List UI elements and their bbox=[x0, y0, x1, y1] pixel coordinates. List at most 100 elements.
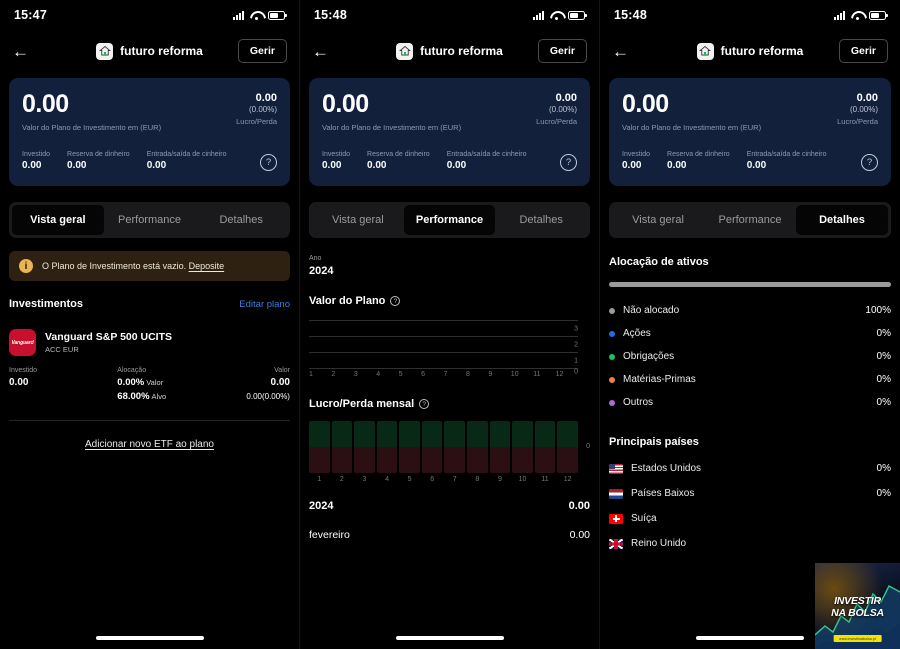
holding-row[interactable]: Vanguard Vanguard S&P 500 UCITS ACC EUR bbox=[9, 329, 290, 356]
back-arrow-icon[interactable]: ← bbox=[312, 43, 334, 60]
ad-line-2: NA BOLSA bbox=[831, 606, 884, 619]
holding-allocation-current: 0.00% Valor bbox=[117, 377, 166, 388]
home-indicator bbox=[696, 636, 804, 640]
x-tick-label: 1 bbox=[309, 371, 313, 378]
tab-details[interactable]: Detalhes bbox=[796, 205, 888, 235]
edit-plan-link[interactable]: Editar plano bbox=[239, 299, 290, 310]
gridline bbox=[309, 351, 578, 353]
screen-overview: 15:47 ← futuro reforma Gerir 0.00 Valor … bbox=[0, 0, 300, 649]
x-tick-label: 3 bbox=[362, 476, 367, 483]
signal-bars-icon bbox=[233, 10, 244, 20]
status-clock: 15:47 bbox=[14, 8, 47, 22]
tab-overview[interactable]: Vista geral bbox=[312, 205, 404, 235]
year-field[interactable]: Ano 2024 bbox=[309, 255, 590, 277]
holding-allocation: Alocação 0.00% Valor 68.00% Alvo bbox=[117, 367, 166, 402]
plan-value-caption: Valor do Plano de Investimento em (EUR) bbox=[622, 123, 762, 132]
legend-dot-icon bbox=[609, 307, 615, 314]
holding-allocation-current-tag: Valor bbox=[146, 378, 164, 387]
x-tick-label: 5 bbox=[407, 476, 412, 483]
metric-label: Investido bbox=[322, 151, 351, 158]
metric-value: 0.00 bbox=[22, 160, 42, 171]
bar-column bbox=[534, 421, 556, 473]
status-bar: 15:48 bbox=[300, 0, 599, 30]
metric-value: 0.00 bbox=[367, 160, 387, 171]
holding-value-change: 0.00(0.00%) bbox=[246, 392, 290, 401]
tab-performance[interactable]: Performance bbox=[104, 205, 196, 235]
plan-value-chart-header: Valor do Plano ? bbox=[309, 295, 590, 307]
x-tick-label: 9 bbox=[488, 371, 493, 378]
ad-banner[interactable]: INVESTIR NA BOLSA www.investirnabolsa.pt bbox=[815, 563, 900, 649]
summary-card-top: 0.00 Valor do Plano de Investimento em (… bbox=[622, 92, 878, 133]
help-icon[interactable]: ? bbox=[861, 154, 878, 171]
tab-details[interactable]: Detalhes bbox=[495, 205, 587, 235]
legend-dot-icon bbox=[609, 376, 615, 383]
add-etf-link[interactable]: Adicionar novo ETF ao plano bbox=[0, 439, 299, 450]
signal-bars-icon bbox=[533, 10, 544, 20]
holding-allocation-label: Alocação bbox=[117, 367, 147, 374]
holding-value: Valor 0.00 0.00(0.00%) bbox=[246, 367, 290, 402]
list-item: Outros 0% bbox=[609, 391, 891, 414]
allocation-percent: 100% bbox=[865, 305, 891, 316]
allocation-percent: 0% bbox=[876, 351, 891, 362]
tab-performance[interactable]: Performance bbox=[403, 205, 496, 235]
metric-value: 0.00 bbox=[146, 160, 167, 171]
back-arrow-icon[interactable]: ← bbox=[12, 43, 34, 60]
help-icon[interactable]: ? bbox=[260, 154, 277, 171]
battery-icon bbox=[268, 10, 287, 20]
x-tick-label: 6 bbox=[421, 371, 426, 378]
signal-bars-icon bbox=[834, 10, 845, 20]
plan-value-block: 0.00 Valor do Plano de Investimento em (… bbox=[622, 92, 762, 133]
plan-value-caption: Valor do Plano de Investimento em (EUR) bbox=[22, 123, 162, 132]
legend-dot-icon bbox=[609, 399, 615, 406]
top-countries-title: Principais países bbox=[609, 436, 699, 448]
info-icon: i bbox=[19, 259, 33, 273]
metric-cash-flow: Entrada/saída de cinheiro 0.00 bbox=[447, 151, 527, 171]
tab-performance[interactable]: Performance bbox=[704, 205, 796, 235]
tab-details[interactable]: Detalhes bbox=[195, 205, 287, 235]
x-tick-label: 4 bbox=[385, 476, 389, 483]
list-item: Reino Unido bbox=[609, 531, 891, 556]
monthly-pl-chart-header: Lucro/Perda mensal ? bbox=[309, 398, 590, 410]
y-tick-label: 3 bbox=[574, 325, 578, 333]
x-tick-label: 11 bbox=[541, 476, 549, 483]
holding-allocation-target: 68.00% Alvo bbox=[117, 391, 166, 402]
list-item: Matérias-Primas 0% bbox=[609, 368, 891, 391]
bar-column bbox=[354, 421, 375, 473]
plan-value: 0.00 bbox=[22, 90, 69, 118]
allocation-percent: 0% bbox=[876, 328, 891, 339]
country-name: Reino Unido bbox=[631, 538, 687, 549]
metric-invested: Investido 0.00 bbox=[22, 151, 50, 171]
ad-url[interactable]: www.investirnabolsa.pt bbox=[833, 635, 882, 642]
metric-value: 0.00 bbox=[622, 160, 642, 171]
summary-metrics: Investido 0.00 Reserva de dinheiro 0.00 … bbox=[322, 151, 577, 171]
help-icon[interactable]: ? bbox=[390, 296, 401, 306]
performance-row-key: 2024 bbox=[309, 500, 334, 512]
help-icon[interactable]: ? bbox=[419, 399, 430, 409]
x-tick-label: 10 bbox=[510, 371, 519, 378]
manage-button[interactable]: Gerir bbox=[838, 39, 888, 63]
list-item: Obrigações 0% bbox=[609, 345, 891, 368]
plan-value-chart-plot: 3 2 1 0 bbox=[309, 320, 578, 376]
x-tick-label: 12 bbox=[563, 476, 572, 483]
status-clock: 15:48 bbox=[314, 8, 347, 22]
holding-name: Vanguard S&P 500 UCITS bbox=[45, 330, 173, 343]
tab-overview[interactable]: Vista geral bbox=[612, 205, 704, 235]
x-tick-label: 6 bbox=[430, 476, 435, 483]
allocation-percent: 0% bbox=[876, 397, 891, 408]
metric-invested: Investido 0.00 bbox=[322, 151, 350, 171]
monthly-pl-chart: 0 1 2 3 4 5 6 7 8 9 10 11 12 bbox=[309, 421, 590, 483]
help-icon[interactable]: ? bbox=[560, 154, 577, 171]
back-arrow-icon[interactable]: ← bbox=[612, 43, 634, 60]
bar-column bbox=[467, 421, 488, 473]
home-icon bbox=[696, 42, 714, 60]
deposit-link[interactable]: Deposite bbox=[189, 261, 225, 271]
metric-value: 0.00 bbox=[446, 160, 467, 171]
tab-overview[interactable]: Vista geral bbox=[12, 205, 104, 235]
metric-cash-flow: Entrada/saída de cinheiro 0.00 bbox=[147, 151, 227, 171]
manage-button[interactable]: Gerir bbox=[537, 39, 587, 63]
manage-button[interactable]: Gerir bbox=[237, 39, 287, 63]
list-item: Estados Unidos 0% bbox=[609, 456, 891, 481]
metric-label: Reserva de dinheiro bbox=[667, 151, 730, 158]
profit-loss-value: 0.00 bbox=[255, 92, 277, 104]
holding-allocation-target-value: 68.00% bbox=[117, 391, 150, 402]
